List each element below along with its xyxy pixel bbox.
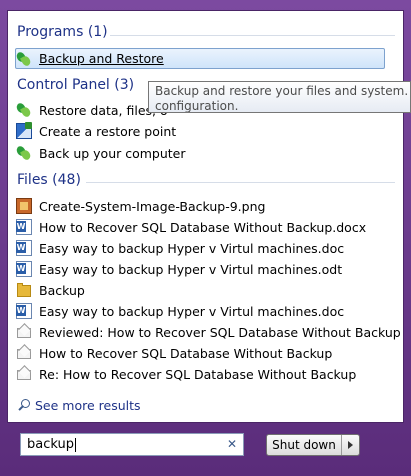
result-label: Back up your computer [39,145,186,161]
result-label: Backup and Restore [39,51,164,66]
file-label: Easy way to backup Hyper v Virtul machin… [39,240,345,256]
search-input[interactable]: backup [20,433,244,456]
file-item[interactable]: Easy way to backup Hyper v Virtul machin… [16,238,344,258]
word-document-icon [16,261,32,277]
see-more-results-link[interactable]: See more results [17,398,141,413]
shutdown-options-arrow-icon[interactable] [342,435,359,455]
files-header[interactable]: Files (48) [17,172,81,188]
clear-search-icon[interactable]: ✕ [226,437,238,451]
tooltip: Backup and restore your files and system… [148,81,411,113]
search-input-value: backup [27,437,74,452]
result-restore-data[interactable]: Restore data, files, o [16,100,168,120]
result-label: Create a restore point [39,123,177,139]
programs-divider [110,35,395,36]
result-create-restore-point[interactable]: Create a restore point [16,121,176,141]
email-icon [16,345,32,361]
result-backup-and-restore[interactable]: Backup and Restore [15,48,385,69]
tooltip-line-2: configuration. [155,99,239,113]
file-item[interactable]: Reviewed: How to Recover SQL Database Wi… [16,322,401,342]
png-image-icon [16,198,32,214]
file-label: Easy way to backup Hyper v Virtul machin… [39,261,343,277]
word-document-icon [16,303,32,319]
word-document-icon [16,219,32,235]
file-label: Create-System-Image-Backup-9.png [39,198,266,214]
backup-restore-icon [16,102,32,118]
backup-restore-icon [16,145,32,161]
file-item[interactable]: How to Recover SQL Database Without Back… [16,217,366,237]
file-label: Reviewed: How to Recover SQL Database Wi… [39,324,401,340]
file-label: How to Recover SQL Database Without Back… [39,219,367,235]
magnifier-icon [17,399,30,412]
file-item[interactable]: Create-System-Image-Backup-9.png [16,196,265,216]
file-label: How to Recover SQL Database Without Back… [39,345,333,361]
text-caret [75,437,76,452]
email-icon [16,324,32,340]
file-item[interactable]: Easy way to backup Hyper v Virtul machin… [16,301,344,321]
control-panel-header[interactable]: Control Panel (3) [17,77,134,93]
see-more-label: See more results [35,398,141,413]
file-label: Re: How to Recover SQL Database Without … [39,366,357,382]
result-back-up-computer[interactable]: Back up your computer [16,143,186,163]
file-label: Easy way to backup Hyper v Virtul machin… [39,303,345,319]
files-divider [86,182,395,183]
email-icon [16,366,32,382]
file-item[interactable]: Easy way to backup Hyper v Virtul machin… [16,259,342,279]
file-label: Backup [39,282,85,298]
backup-restore-icon [16,51,32,67]
shutdown-label: Shut down [267,435,342,455]
file-item[interactable]: Backup [16,280,85,300]
tooltip-line-1: Backup and restore your files and system… [155,84,410,98]
system-protection-icon [16,122,32,139]
word-document-icon [16,240,32,256]
file-item[interactable]: Re: How to Recover SQL Database Without … [16,364,356,384]
shutdown-button[interactable]: Shut down [266,434,360,456]
file-item[interactable]: How to Recover SQL Database Without Back… [16,343,332,363]
folder-icon [16,282,32,298]
programs-header[interactable]: Programs (1) [17,24,108,40]
